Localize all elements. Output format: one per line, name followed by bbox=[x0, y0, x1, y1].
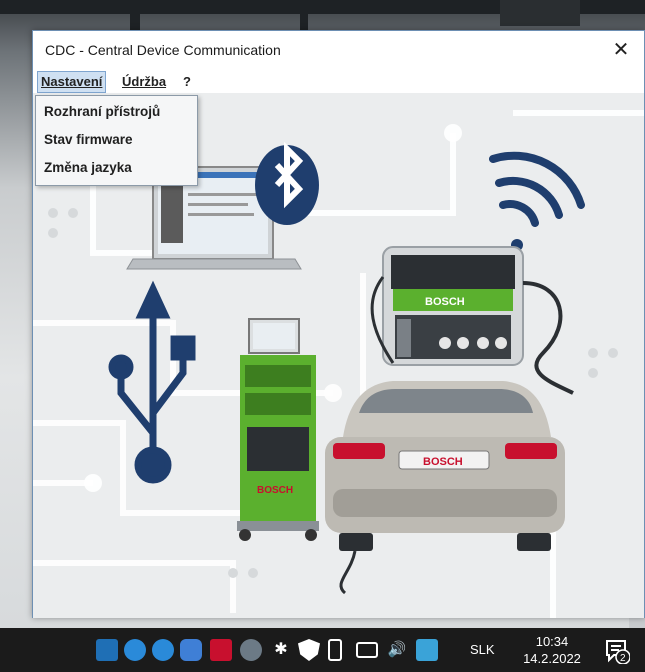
menu-item-change-language[interactable]: Změna jazyka bbox=[36, 155, 197, 181]
menu-nastaveni[interactable]: Nastavení bbox=[37, 71, 107, 93]
shield-icon[interactable] bbox=[298, 639, 320, 661]
window-title: CDC - Central Device Communication bbox=[45, 42, 281, 58]
cart-brand-label: BOSCH bbox=[257, 485, 293, 496]
network-globe-icon[interactable] bbox=[152, 639, 174, 661]
app-icon[interactable] bbox=[416, 639, 438, 661]
menu-nastaveni-label: Nastavení bbox=[41, 74, 103, 89]
nastaveni-dropdown: Rozhraní přístrojů Stav firmware Změna j… bbox=[35, 95, 198, 186]
teamviewer-icon[interactable] bbox=[96, 639, 118, 661]
language-indicator[interactable]: SLK bbox=[470, 642, 495, 657]
menu-udrzba-label: Údržba bbox=[122, 74, 167, 89]
bosch-cart: BOSCH bbox=[237, 318, 319, 541]
clock-time: 10:34 bbox=[535, 634, 569, 649]
notification-count: 2 bbox=[620, 653, 626, 664]
menu-item-firmware-status[interactable]: Stav firmware bbox=[36, 127, 197, 153]
notification-center-icon[interactable]: 2 bbox=[604, 638, 631, 665]
menu-item-device-interfaces[interactable]: Rozhraní přístrojů bbox=[36, 99, 197, 125]
title-bar[interactable]: CDC - Central Device Communication ✕ bbox=[33, 31, 644, 69]
close-button[interactable]: ✕ bbox=[598, 31, 644, 69]
usb-tray-icon[interactable] bbox=[328, 639, 342, 661]
car-illustration: BOSCH bbox=[325, 381, 565, 595]
wifi-icon bbox=[489, 151, 585, 251]
clock[interactable]: 10:34 14.2.2022 bbox=[520, 633, 584, 667]
device-brand-label: BOSCH bbox=[425, 296, 465, 308]
sync-icon[interactable] bbox=[180, 639, 202, 661]
plate-brand-label: BOSCH bbox=[423, 456, 463, 468]
pdf-icon[interactable] bbox=[210, 639, 232, 661]
bluetooth-icon bbox=[255, 141, 319, 225]
notification-glyph: 2 bbox=[606, 640, 631, 665]
remote-icon[interactable] bbox=[124, 639, 146, 661]
bosch-tester-device: BOSCH bbox=[370, 246, 574, 395]
clock-date: 14.2.2022 bbox=[523, 651, 581, 666]
menu-help[interactable]: ? bbox=[180, 71, 194, 93]
cdc-window: CDC - Central Device Communication ✕ Nas… bbox=[32, 30, 645, 618]
snipping-icon[interactable] bbox=[240, 639, 262, 661]
volume-icon[interactable]: 🔊 bbox=[386, 639, 408, 661]
bluetooth-tray-icon[interactable]: ✱ bbox=[270, 639, 292, 661]
menu-udrzba[interactable]: Údržba bbox=[119, 71, 169, 93]
menu-bar: Nastavení Údržba ? bbox=[33, 71, 644, 93]
monitor-network-icon[interactable] bbox=[356, 642, 378, 658]
taskbar: ✱ 🔊 SLK 10:34 14.2.2022 2 bbox=[0, 628, 645, 672]
